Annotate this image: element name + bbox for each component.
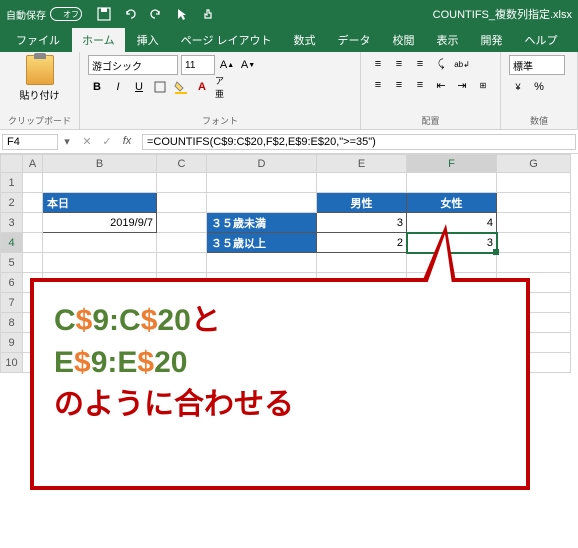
wrap-text-button[interactable]: ab↲ [453, 55, 471, 73]
annotation-callout: C$9:C$20と E$9:E$20 のように合わせる [30, 278, 530, 490]
redo-icon[interactable] [148, 6, 164, 22]
cell-f2[interactable]: 女性 [407, 193, 497, 213]
align-right-icon[interactable]: ≡ [411, 76, 429, 94]
row-header[interactable]: 8 [1, 313, 23, 333]
decrease-font-icon[interactable]: A▼ [239, 56, 257, 74]
tab-insert[interactable]: 挿入 [127, 28, 169, 52]
quick-access-toolbar [96, 6, 216, 22]
align-top-icon[interactable]: ≡ [369, 55, 387, 73]
increase-font-icon[interactable]: A▲ [218, 56, 236, 74]
cancel-formula-icon[interactable]: ✕ [78, 135, 96, 148]
indent-dec-icon[interactable]: ⇤ [432, 76, 450, 94]
cell-e4[interactable]: 2 [317, 233, 407, 253]
tab-formulas[interactable]: 数式 [284, 28, 326, 52]
row-header[interactable]: 6 [1, 273, 23, 293]
autosave-section: 自動保存 オフ [6, 7, 82, 22]
cell-d3[interactable]: ３５歳未満 [207, 213, 317, 233]
underline-button[interactable]: U [130, 78, 148, 96]
currency-icon[interactable]: ¥ [509, 78, 527, 96]
fx-icon[interactable]: fx [118, 135, 136, 148]
align-left-icon[interactable]: ≡ [369, 76, 387, 94]
ribbon-tabs: ファイル ホーム 挿入 ページ レイアウト 数式 データ 校閲 表示 開発 ヘル… [0, 28, 578, 52]
undo-icon[interactable] [122, 6, 138, 22]
paste-button[interactable]: 貼り付け [8, 55, 71, 102]
col-header-g[interactable]: G [497, 155, 571, 173]
cell-e3[interactable]: 3 [317, 213, 407, 233]
tab-help[interactable]: ヘルプ [515, 28, 568, 52]
formula-input[interactable]: =COUNTIFS(C$9:C$20,F$2,E$9:E$20,">=35") [142, 134, 576, 150]
cell-b3[interactable]: 2019/9/7 [43, 213, 157, 233]
autosave-state: オフ [63, 9, 79, 20]
font-color-button[interactable]: A [193, 78, 211, 96]
paste-label: 貼り付け [20, 87, 60, 102]
grid-area: A B C D E F G 1 2 本日 男性 女性 3 2019/9/7 ３５… [0, 154, 578, 373]
italic-button[interactable]: I [109, 78, 127, 96]
cell-d4[interactable]: ３５歳以上 [207, 233, 317, 253]
percent-icon[interactable]: % [530, 78, 548, 96]
ribbon: 貼り付け クリップボード 游ゴシック 11 A▲ A▼ B I U A ア亜 フ… [0, 52, 578, 130]
title-bar: 自動保存 オフ COUNTIFS_複数列指定.xlsx [0, 0, 578, 28]
align-bottom-icon[interactable]: ≡ [411, 55, 429, 73]
ribbon-clipboard: 貼り付け クリップボード [0, 52, 80, 129]
namebox-dropdown-icon[interactable]: ▾ [60, 135, 74, 148]
col-header-b[interactable]: B [43, 155, 157, 173]
autosave-toggle[interactable]: オフ [50, 7, 82, 21]
indent-inc-icon[interactable]: ⇥ [453, 76, 471, 94]
tab-review[interactable]: 校閲 [383, 28, 425, 52]
tab-data[interactable]: データ [328, 28, 381, 52]
touch-icon[interactable] [200, 6, 216, 22]
number-format-select[interactable]: 標準 [509, 55, 565, 75]
align-center-icon[interactable]: ≡ [390, 76, 408, 94]
callout-line-3: のように合わせる [54, 384, 506, 426]
tab-pagelayout[interactable]: ページ レイアウト [171, 28, 282, 52]
file-title: COUNTIFS_複数列指定.xlsx [433, 6, 572, 22]
align-middle-icon[interactable]: ≡ [390, 55, 408, 73]
phonetic-button[interactable]: ア亜 [214, 78, 232, 96]
row-header[interactable]: 10 [1, 353, 23, 373]
font-label: フォント [88, 113, 352, 128]
save-icon[interactable] [96, 6, 112, 22]
col-header-c[interactable]: C [157, 155, 207, 173]
autosave-label: 自動保存 [6, 7, 46, 22]
cell-e2[interactable]: 男性 [317, 193, 407, 213]
merge-button[interactable]: ⊞ [474, 76, 492, 94]
tab-developer[interactable]: 開発 [471, 28, 513, 52]
fill-color-button[interactable] [172, 78, 190, 96]
row-header[interactable]: 7 [1, 293, 23, 313]
col-header-d[interactable]: D [207, 155, 317, 173]
ribbon-font: 游ゴシック 11 A▲ A▼ B I U A ア亜 フォント [80, 52, 361, 129]
row-header[interactable]: 1 [1, 173, 23, 193]
formula-bar: F4 ▾ ✕ ✓ fx =COUNTIFS(C$9:C$20,F$2,E$9:E… [0, 130, 578, 154]
paste-icon [26, 55, 54, 85]
font-size-select[interactable]: 11 [181, 55, 215, 75]
orientation-icon[interactable]: ⤹ [432, 55, 450, 73]
col-header-a[interactable]: A [23, 155, 43, 173]
row-header[interactable]: 3 [1, 213, 23, 233]
alignment-label: 配置 [369, 113, 492, 128]
cursor-icon[interactable] [174, 6, 190, 22]
accept-formula-icon[interactable]: ✓ [98, 135, 116, 148]
cell-b2[interactable]: 本日 [43, 193, 157, 213]
callout-line-1: C$9:C$20と [54, 300, 506, 342]
row-header[interactable]: 4 [1, 233, 23, 253]
name-box[interactable]: F4 [2, 134, 58, 150]
ribbon-alignment: ≡ ≡ ≡ ⤹ ab↲ ≡ ≡ ≡ ⇤ ⇥ ⊞ 配置 [361, 52, 501, 129]
row-header[interactable]: 9 [1, 333, 23, 353]
tab-home[interactable]: ホーム [72, 28, 125, 52]
row-header[interactable]: 5 [1, 253, 23, 273]
col-header-f[interactable]: F [407, 155, 497, 173]
ribbon-number: 標準 ¥ % 数値 [501, 52, 578, 129]
bold-button[interactable]: B [88, 78, 106, 96]
row-header[interactable]: 2 [1, 193, 23, 213]
tab-view[interactable]: 表示 [427, 28, 469, 52]
font-name-select[interactable]: 游ゴシック [88, 55, 178, 75]
select-all-corner[interactable] [1, 155, 23, 173]
clipboard-label: クリップボード [8, 113, 71, 128]
tab-file[interactable]: ファイル [6, 28, 70, 52]
callout-line-2: E$9:E$20 [54, 342, 506, 384]
number-label: 数値 [509, 113, 569, 128]
col-header-e[interactable]: E [317, 155, 407, 173]
border-button[interactable] [151, 78, 169, 96]
